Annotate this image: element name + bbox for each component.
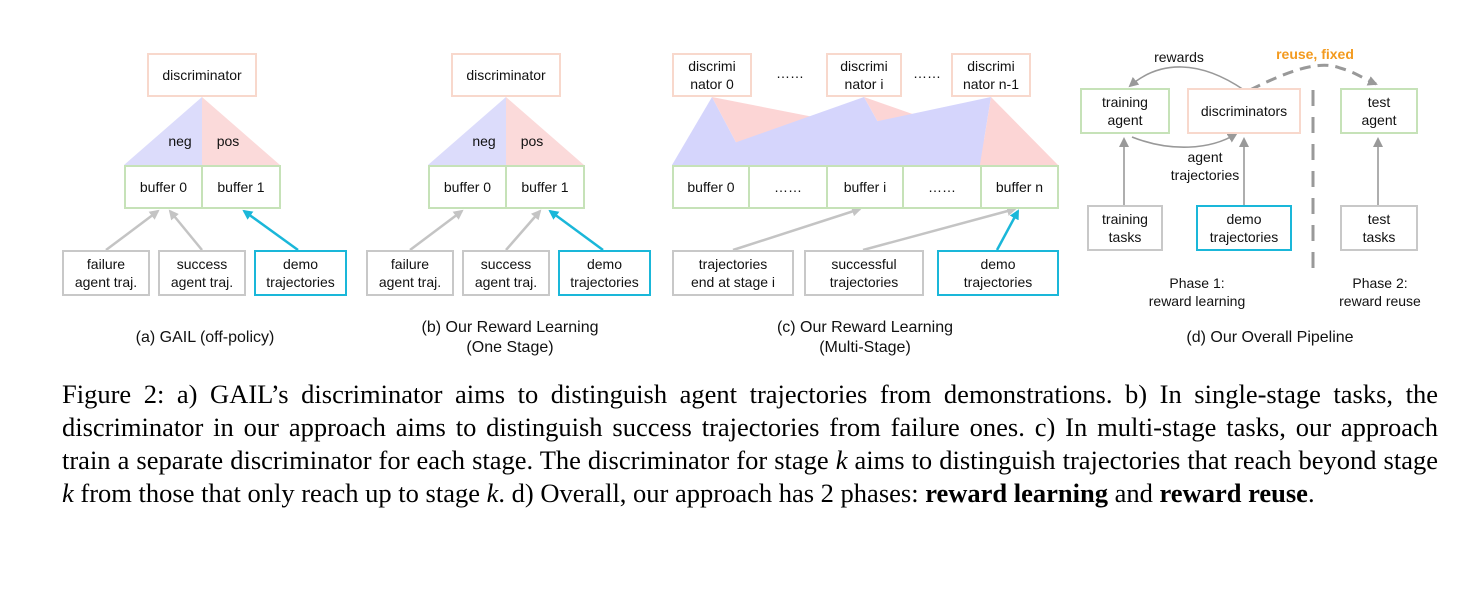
caption-k-2: k — [62, 478, 74, 508]
failure-traj-box-a: failure agent traj. — [62, 250, 150, 296]
demo-traj-box-b: demo trajectories — [558, 250, 651, 296]
successful-traj-box: successful trajectories — [804, 250, 924, 296]
training-agent-box: training agent — [1080, 88, 1170, 134]
arrow-demo-to-buffer1-a — [242, 209, 299, 252]
discriminators-box: discriminators — [1187, 88, 1301, 134]
arrow-success-to-buffer0-a — [168, 209, 203, 251]
caption-text-6: . — [1307, 478, 1315, 508]
caption-k-3: k — [486, 478, 499, 508]
phase-1-label: Phase 1: reward learning — [1148, 275, 1246, 309]
caption-k-1: k — [835, 445, 848, 475]
arrow-failure-to-buffer0-a — [105, 209, 160, 251]
discriminator-n-1-box: discrimi nator n-1 — [951, 53, 1031, 97]
buffer-0-b: buffer 0 — [428, 165, 507, 209]
discriminator-box-a: discriminator — [147, 53, 257, 97]
buffer-1-b: buffer 1 — [505, 165, 585, 209]
rewards-label: rewards — [1154, 49, 1204, 65]
subcaption-d: (d) Our Overall Pipeline — [1186, 329, 1354, 346]
buffer-0-c: buffer 0 — [672, 165, 750, 209]
pos-triangle-disc-n1 — [980, 97, 1058, 165]
caption-bold-reward-reuse: reward reuse — [1159, 478, 1308, 508]
test-agent-box: test agent — [1340, 88, 1418, 134]
reuse-fixed-label: reuse, fixed — [1276, 46, 1354, 62]
caption-text-4: . d) Overall, our approach has 2 phases: — [498, 478, 926, 508]
subcaption-b: (b) Our Reward Learning (One Stage) — [421, 319, 599, 356]
buffer-0-a: buffer 0 — [124, 165, 203, 209]
buffer-ellipsis-1-c: …… — [748, 165, 828, 209]
subcaption-a: (a) GAIL (off-policy) — [135, 329, 275, 346]
test-tasks-box: test tasks — [1340, 205, 1418, 251]
arrow-success-to-buffer1-b — [505, 209, 542, 251]
caption-text-2: aims to distinguish trajectories that re… — [847, 445, 1438, 475]
discriminator-box-b: discriminator — [451, 53, 561, 97]
arrow-successful-to-buffer-n — [862, 206, 1017, 252]
neg-triangle-a — [124, 97, 202, 165]
discriminator-i-box: discrimi nator i — [826, 53, 902, 97]
subcaption-c: (c) Our Reward Learning (Multi-Stage) — [776, 319, 954, 356]
figure-caption: Figure 2: a) GAIL’s discriminator aims t… — [62, 378, 1438, 510]
ellipsis-disc-2: …… — [913, 65, 941, 81]
success-traj-box-b: success agent traj. — [462, 250, 550, 296]
training-tasks-box: training tasks — [1087, 205, 1163, 251]
arrow-failure-to-buffer0-b — [409, 209, 464, 251]
neg-triangle-b — [428, 97, 506, 165]
pos-label-a: pos — [216, 133, 240, 149]
neg-label-a: neg — [168, 133, 192, 149]
demo-traj-box-d: demo trajectories — [1196, 205, 1292, 251]
pos-label-b: pos — [520, 133, 544, 149]
figure-2: discriminator neg pos buffer 0 buffer 1 … — [0, 0, 1474, 370]
phase-2-label: Phase 2: reward reuse — [1339, 275, 1421, 309]
arrow-reuse-fixed — [1249, 63, 1378, 92]
demo-traj-box-c: demo trajectories — [937, 250, 1059, 296]
stage-i-traj-box: trajectories end at stage i — [672, 250, 794, 296]
buffer-ellipsis-2-c: …… — [902, 165, 982, 209]
failure-traj-box-b: failure agent traj. — [366, 250, 454, 296]
buffer-n-c: buffer n — [980, 165, 1059, 209]
arrow-agent-trajectories — [1131, 132, 1238, 148]
arrow-demo-to-buffer-n-c — [995, 209, 1020, 251]
caption-text-5: and — [1108, 478, 1160, 508]
buffer-1-a: buffer 1 — [201, 165, 281, 209]
ellipsis-disc-1: …… — [776, 65, 804, 81]
arrow-demo-to-buffer1-b — [548, 209, 604, 252]
buffer-i-c: buffer i — [826, 165, 904, 209]
arrow-stage-i-to-buffer-i — [732, 206, 862, 252]
agent-trajectories-label: agent trajectories — [1170, 149, 1240, 183]
discriminator-0-box: discrimi nator 0 — [672, 53, 752, 97]
neg-label-b: neg — [472, 133, 496, 149]
arrow-rewards — [1128, 66, 1245, 91]
pos-triangle-b — [506, 97, 584, 165]
demo-traj-box-a: demo trajectories — [254, 250, 347, 296]
caption-text-3: from those that only reach up to stage — [73, 478, 487, 508]
caption-bold-reward-learning: reward learning — [925, 478, 1108, 508]
success-traj-box-a: success agent traj. — [158, 250, 246, 296]
pos-triangle-a — [202, 97, 280, 165]
